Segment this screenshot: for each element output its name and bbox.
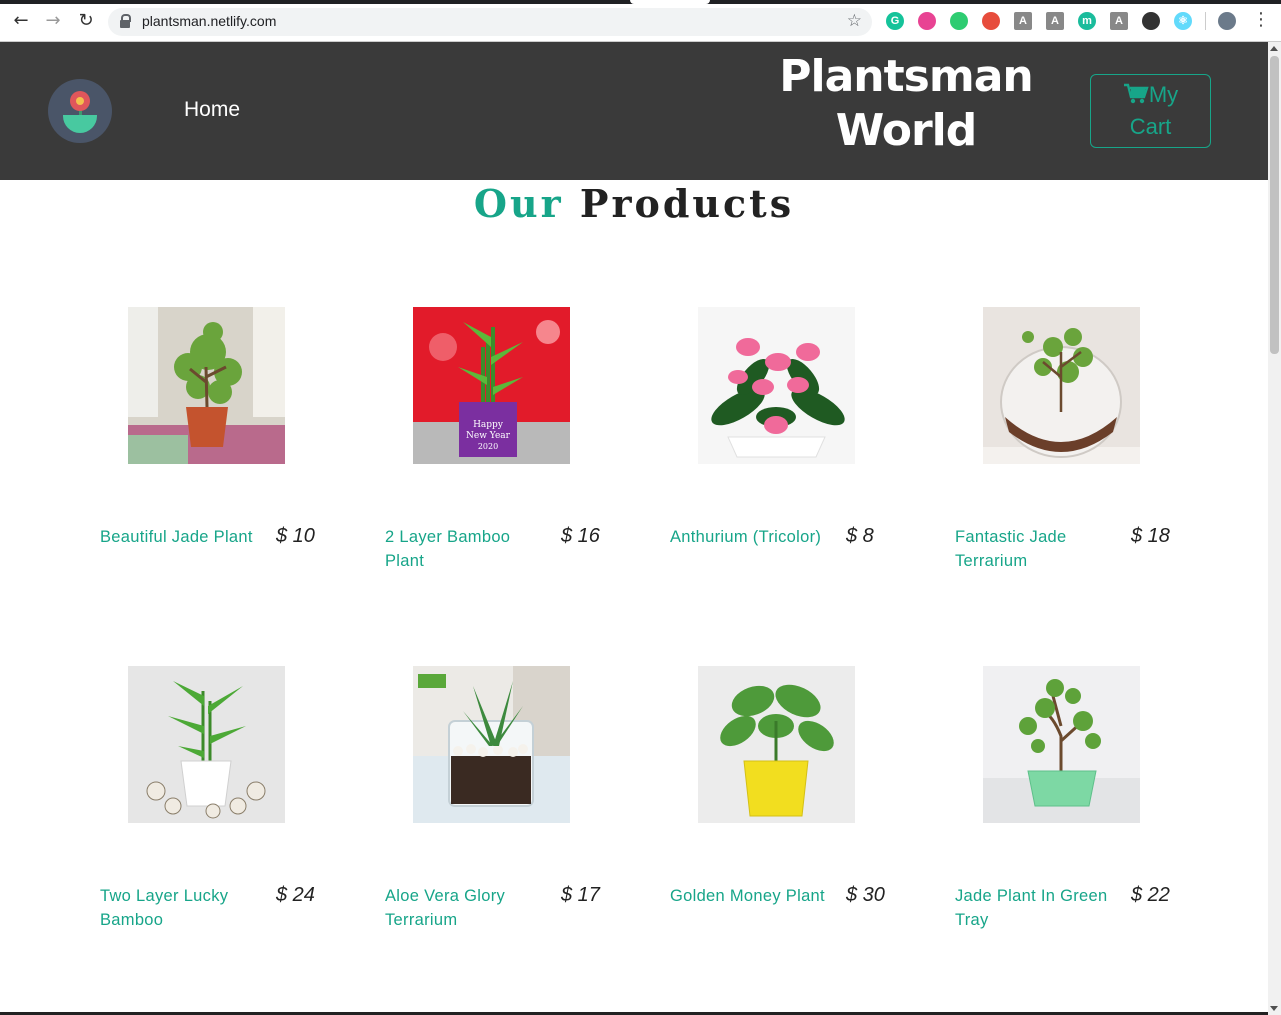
cart-label-2: Cart — [1129, 114, 1172, 139]
product-price: $ 10 — [276, 525, 315, 547]
product-name[interactable]: Aloe Vera Glory Terrarium — [385, 884, 545, 932]
product-price: $ 30 — [846, 884, 885, 906]
product-image[interactable] — [698, 307, 855, 464]
reload-icon[interactable]: ↻ — [75, 10, 97, 32]
product-card[interactable]: Golden Money Plant $ 30 — [670, 666, 910, 966]
product-card[interactable]: Happy New Year 2020 2 Layer Bamboo Plant… — [385, 307, 625, 607]
svg-text:Happy: Happy — [473, 420, 504, 430]
product-card[interactable]: Aloe Vera Glory Terrarium $ 17 — [385, 666, 625, 966]
product-card[interactable]: Beautiful Jade Plant $ 10 — [100, 307, 340, 607]
react-devtools-icon[interactable]: ⚛ — [1174, 12, 1192, 30]
product-card[interactable]: Anthurium (Tricolor) $ 8 — [670, 307, 910, 607]
nav-home-link[interactable]: Home — [184, 98, 240, 122]
brand-line-1: Plantsman — [779, 51, 1033, 102]
browser-toolbar: ← → ↻ plantsman.netlify.com ☆ G A Am A ⚛ ⋮ — [0, 0, 1281, 42]
circle-icon[interactable] — [1142, 12, 1160, 30]
product-image[interactable] — [983, 307, 1140, 464]
scroll-thumb[interactable] — [1270, 56, 1279, 354]
product-image[interactable] — [983, 666, 1140, 823]
rss-icon[interactable] — [982, 12, 1000, 30]
m-icon[interactable]: m — [1078, 12, 1096, 30]
toolbar-divider — [1205, 12, 1206, 30]
product-name[interactable]: Jade Plant In Green Tray — [955, 884, 1115, 932]
colorpick-icon[interactable] — [918, 12, 936, 30]
bookmark-star-icon[interactable]: ☆ — [847, 11, 862, 31]
page-scrollbar[interactable] — [1268, 42, 1281, 1015]
svg-text:New Year: New Year — [466, 431, 511, 441]
scroll-up-arrow-icon[interactable] — [1270, 46, 1278, 51]
product-price: $ 16 — [561, 525, 600, 547]
product-name[interactable]: Anthurium (Tricolor) — [670, 525, 830, 549]
flower-logo-icon[interactable] — [48, 79, 112, 143]
font-a-icon-2[interactable]: A — [1046, 12, 1064, 30]
grammarly-icon[interactable]: G — [886, 12, 904, 30]
url-text[interactable]: plantsman.netlify.com — [142, 13, 276, 29]
tab-strip — [0, 0, 1281, 4]
product-name[interactable]: Two Layer Lucky Bamboo — [100, 884, 260, 932]
my-cart-button[interactable]: My Cart — [1090, 74, 1211, 148]
svg-text:2020: 2020 — [478, 442, 498, 451]
product-price: $ 24 — [276, 884, 315, 906]
product-name[interactable]: Golden Money Plant — [670, 884, 830, 908]
product-image[interactable] — [128, 307, 285, 464]
product-card[interactable]: Fantastic Jade Terrarium $ 18 — [955, 307, 1195, 607]
brand-line-2: World — [835, 105, 977, 156]
lock-icon — [120, 14, 131, 28]
octotree-icon[interactable] — [950, 12, 968, 30]
forward-arrow-icon[interactable]: → — [42, 10, 64, 32]
section-title-word-2: Products — [579, 181, 795, 226]
site-header: Home Plantsman World My Cart — [0, 42, 1268, 180]
product-image[interactable] — [413, 666, 570, 823]
cart-label-1: My — [1148, 82, 1179, 107]
section-title: Our Products — [0, 180, 1268, 228]
product-price: $ 22 — [1131, 884, 1170, 906]
product-name[interactable]: Fantastic Jade Terrarium — [955, 525, 1115, 573]
address-bar[interactable]: plantsman.netlify.com ☆ — [108, 8, 872, 36]
product-name[interactable]: Beautiful Jade Plant — [100, 525, 260, 549]
product-image[interactable] — [698, 666, 855, 823]
brand-title: Plantsman World — [770, 50, 1042, 158]
cart-icon — [1123, 83, 1149, 104]
font-a-icon[interactable]: A — [1014, 12, 1032, 30]
product-name[interactable]: 2 Layer Bamboo Plant — [385, 525, 545, 573]
scroll-down-arrow-icon[interactable] — [1270, 1006, 1278, 1011]
back-arrow-icon[interactable]: ← — [10, 10, 32, 32]
product-price: $ 18 — [1131, 525, 1170, 547]
section-title-word-1: Our — [473, 181, 564, 226]
product-price: $ 17 — [561, 884, 600, 906]
product-image[interactable] — [128, 666, 285, 823]
product-price: $ 8 — [846, 525, 874, 547]
product-image[interactable]: Happy New Year 2020 — [413, 307, 570, 464]
menu-kebab-icon[interactable]: ⋮ — [1252, 10, 1270, 30]
product-card[interactable]: Jade Plant In Green Tray $ 22 — [955, 666, 1195, 966]
product-card[interactable]: Two Layer Lucky Bamboo $ 24 — [100, 666, 340, 966]
profile-avatar[interactable] — [1218, 12, 1236, 30]
font-a-icon-3[interactable]: A — [1110, 12, 1128, 30]
